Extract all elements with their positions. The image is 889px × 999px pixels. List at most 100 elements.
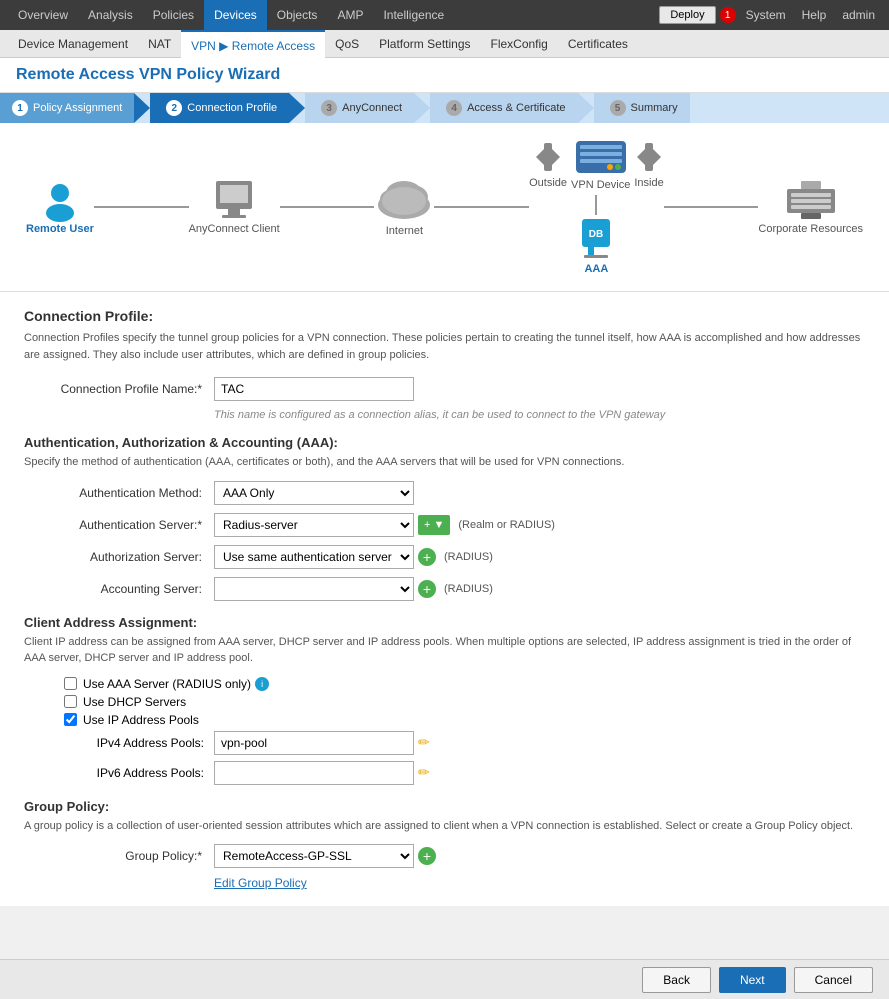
ipv6-edit-icon[interactable]: ✏ xyxy=(418,764,430,781)
vpn-device-row: Outside VPN Device xyxy=(529,139,664,191)
use-dhcp-label: Use DHCP Servers xyxy=(83,695,186,709)
step-4-num: 4 xyxy=(446,100,462,116)
nav-item-overview[interactable]: Overview xyxy=(8,0,78,30)
aaa-section: Authentication, Authorization & Accounti… xyxy=(24,435,865,601)
deploy-button[interactable]: Deploy xyxy=(659,6,715,24)
ipv4-edit-icon[interactable]: ✏ xyxy=(418,734,430,751)
outside-icon xyxy=(536,141,560,173)
auth-method-row: Authentication Method: AAA Only Certific… xyxy=(24,481,865,505)
group-policy-section: Group Policy: A group policy is a collec… xyxy=(24,799,865,891)
nav-device-management[interactable]: Device Management xyxy=(8,30,138,58)
back-button[interactable]: Back xyxy=(642,967,711,993)
auth-server-add-button[interactable]: + ▼ xyxy=(418,515,450,535)
acct-server-label: Accounting Server: xyxy=(24,582,214,596)
info-icon[interactable]: i xyxy=(255,677,269,691)
use-ip-pools-label: Use IP Address Pools xyxy=(83,713,199,727)
step-5-label: Summary xyxy=(631,102,678,114)
internet-icon xyxy=(374,177,434,221)
vpn-device-icon xyxy=(574,139,628,175)
next-button[interactable]: Next xyxy=(719,967,786,993)
cancel-button[interactable]: Cancel xyxy=(794,967,873,993)
nav-certificates[interactable]: Certificates xyxy=(558,30,638,58)
conn-line-2 xyxy=(280,206,375,208)
auth-server-hint: (Realm or RADIUS) xyxy=(458,519,555,531)
authz-server-select[interactable]: Use same authentication server xyxy=(214,545,414,569)
profile-name-row: Connection Profile Name:* xyxy=(24,377,865,401)
auth-server-select[interactable]: Radius-server xyxy=(214,513,414,537)
nav-item-analysis[interactable]: Analysis xyxy=(78,0,143,30)
step-2-label: Connection Profile xyxy=(187,102,277,114)
nav-platform-settings[interactable]: Platform Settings xyxy=(369,30,480,58)
nav-qos[interactable]: QoS xyxy=(325,30,369,58)
client-address-desc: Client IP address can be assigned from A… xyxy=(24,634,865,667)
aaa-group: DB AAA xyxy=(576,195,616,275)
edit-group-policy-link[interactable]: Edit Group Policy xyxy=(214,876,307,890)
system-label[interactable]: System xyxy=(740,8,792,22)
profile-name-hint: This name is configured as a connection … xyxy=(214,409,865,421)
use-dhcp-row: Use DHCP Servers xyxy=(24,695,865,709)
profile-name-label: Connection Profile Name:* xyxy=(24,382,214,396)
diagram-inside: Inside xyxy=(634,141,663,189)
anyconnect-client-label: AnyConnect Client xyxy=(189,223,280,235)
acct-server-select[interactable] xyxy=(214,577,414,601)
vpn-device-group: Outside VPN Device xyxy=(529,139,664,275)
inside-label: Inside xyxy=(634,177,663,189)
admin-label[interactable]: admin xyxy=(836,8,881,22)
authz-server-add-button[interactable]: + xyxy=(418,548,436,566)
wizard-step-5[interactable]: 5 Summary xyxy=(594,93,690,123)
nav-nat[interactable]: NAT xyxy=(138,30,181,58)
ipv4-pool-row: IPv4 Address Pools: ✏ xyxy=(24,731,865,755)
use-aaa-checkbox[interactable] xyxy=(64,677,77,690)
use-ip-pools-checkbox[interactable] xyxy=(64,713,77,726)
nav-item-amp[interactable]: AMP xyxy=(327,0,373,30)
group-policy-title: Group Policy: xyxy=(24,799,865,814)
acct-server-add-button[interactable]: + xyxy=(418,580,436,598)
auth-method-label: Authentication Method: xyxy=(24,486,214,500)
internet-label: Internet xyxy=(386,225,423,237)
step-arrow-4 xyxy=(578,93,594,123)
nav-item-devices[interactable]: Devices xyxy=(204,0,267,30)
auth-method-select[interactable]: AAA Only Certificate Only AAA & Certific… xyxy=(214,481,414,505)
ipv6-pool-input[interactable] xyxy=(214,761,414,785)
conn-line-3 xyxy=(434,206,529,208)
anyconnect-icon xyxy=(212,179,256,219)
inside-icon xyxy=(637,141,661,173)
wizard-step-2[interactable]: 2 Connection Profile xyxy=(150,93,289,123)
nav-item-intelligence[interactable]: Intelligence xyxy=(373,0,454,30)
nav-item-objects[interactable]: Objects xyxy=(267,0,328,30)
footer: Back Next Cancel xyxy=(0,959,889,999)
group-policy-label: Group Policy:* xyxy=(24,849,214,863)
diagram-corporate-resources: Corporate Resources xyxy=(758,179,863,235)
page-title: Remote Access VPN Policy Wizard xyxy=(16,66,873,84)
wizard-step-3[interactable]: 3 AnyConnect xyxy=(305,93,414,123)
diagram-anyconnect-client: AnyConnect Client xyxy=(189,179,280,235)
conn-line-4 xyxy=(664,206,759,208)
wizard-step-1[interactable]: 1 Policy Assignment xyxy=(0,93,134,123)
use-dhcp-checkbox[interactable] xyxy=(64,695,77,708)
alert-badge: 1 xyxy=(720,7,736,23)
ipv6-pool-label: IPv6 Address Pools: xyxy=(84,766,214,780)
aaa-label: AAA xyxy=(584,263,608,275)
vpn-device-label: VPN Device xyxy=(571,179,630,191)
ipv4-pool-input[interactable] xyxy=(214,731,414,755)
use-ip-pools-row: Use IP Address Pools xyxy=(24,713,865,727)
wizard-step-4[interactable]: 4 Access & Certificate xyxy=(430,93,577,123)
aaa-vline xyxy=(595,195,597,215)
aaa-desc: Specify the method of authentication (AA… xyxy=(24,454,865,471)
corporate-resources-label: Corporate Resources xyxy=(758,223,863,235)
ipv6-pool-row: IPv6 Address Pools: ✏ xyxy=(24,761,865,785)
help-label[interactable]: Help xyxy=(796,8,833,22)
group-policy-desc: A group policy is a collection of user-o… xyxy=(24,818,865,835)
client-address-section: Client Address Assignment: Client IP add… xyxy=(24,615,865,785)
nav-vpn-remote-access[interactable]: VPN ▶ Remote Access xyxy=(181,30,325,58)
group-policy-select[interactable]: RemoteAccess-GP-SSL xyxy=(214,844,414,868)
nav-flexconfig[interactable]: FlexConfig xyxy=(481,30,558,58)
group-policy-add-button[interactable]: + xyxy=(418,847,436,865)
step-arrow-3 xyxy=(414,93,430,123)
corporate-resources-icon xyxy=(785,179,837,219)
profile-name-input[interactable] xyxy=(214,377,414,401)
step-1-num: 1 xyxy=(12,100,28,116)
nav-item-policies[interactable]: Policies xyxy=(143,0,204,30)
step-2-num: 2 xyxy=(166,100,182,116)
title-bar: Remote Access VPN Policy Wizard xyxy=(0,58,889,93)
